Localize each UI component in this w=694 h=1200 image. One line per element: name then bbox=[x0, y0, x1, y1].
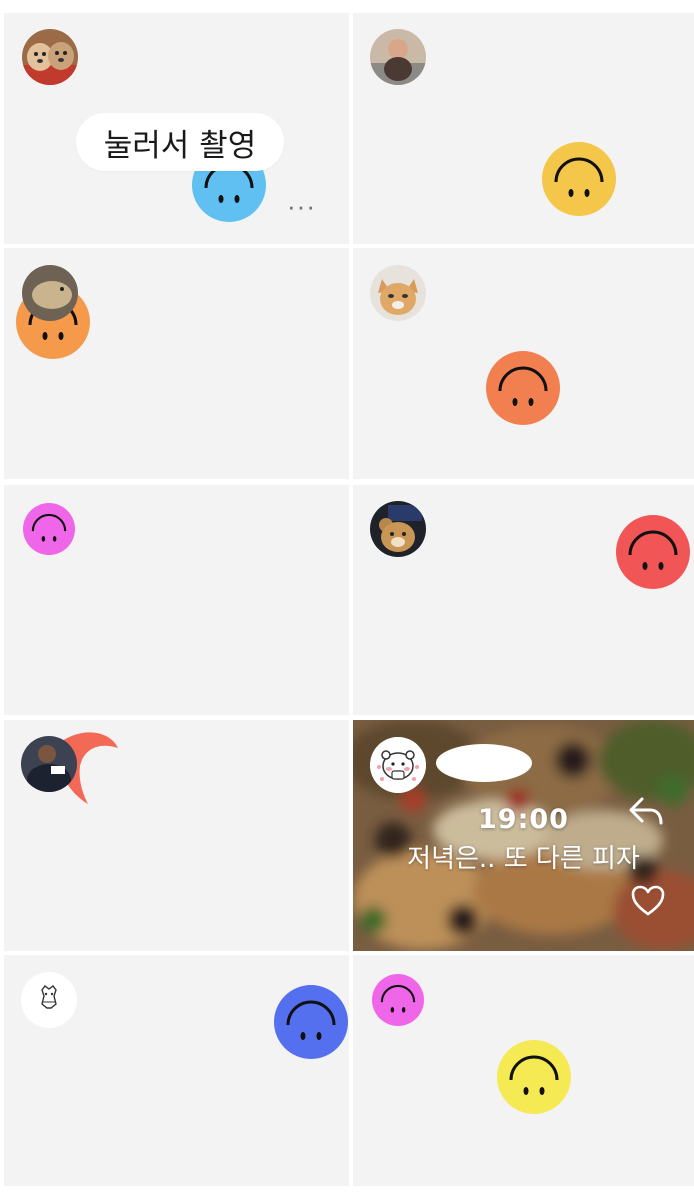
heart-icon[interactable] bbox=[631, 885, 665, 917]
smiley-coral[interactable] bbox=[486, 351, 560, 425]
photo-cell-5[interactable] bbox=[4, 485, 349, 715]
bear-avatar[interactable] bbox=[370, 501, 426, 557]
smiley-bright-yellow[interactable] bbox=[497, 1040, 571, 1114]
cat-avatar[interactable] bbox=[370, 265, 426, 321]
hamster-avatar[interactable] bbox=[370, 737, 426, 793]
photo-cell-4[interactable] bbox=[353, 248, 694, 479]
photo-cell-10[interactable] bbox=[353, 955, 694, 1186]
capture-hint-bubble[interactable]: 눌러서 촬영 bbox=[76, 113, 284, 171]
smiley-pink[interactable] bbox=[23, 503, 75, 555]
photo-cell-3[interactable] bbox=[4, 248, 349, 479]
photo-cell-6[interactable] bbox=[353, 485, 694, 715]
smiley-royal-blue[interactable] bbox=[274, 985, 348, 1059]
child-avatar[interactable] bbox=[370, 29, 426, 85]
photo-cell-8[interactable]: 19:00 저녁은.. 또 다른 피자 bbox=[353, 720, 694, 951]
dog-avatar[interactable] bbox=[22, 29, 78, 85]
person-avatar[interactable] bbox=[21, 736, 77, 792]
photo-cell-9[interactable] bbox=[4, 955, 349, 1186]
post-caption: 저녁은.. 또 다른 피자 bbox=[407, 844, 640, 874]
redacted-username bbox=[436, 744, 532, 782]
animal-avatar[interactable] bbox=[22, 265, 78, 321]
photo-cell-1[interactable]: 눌러서 촬영 ··· bbox=[4, 13, 349, 244]
capture-hint-label: 눌러서 촬영 bbox=[103, 127, 257, 164]
smiley-red[interactable] bbox=[616, 515, 690, 589]
sketch-avatar[interactable] bbox=[21, 972, 77, 1028]
photo-cell-7[interactable] bbox=[4, 720, 349, 951]
more-options-icon[interactable]: ··· bbox=[287, 193, 316, 219]
smiley-yellow[interactable] bbox=[542, 142, 616, 216]
smiley-pink-small[interactable] bbox=[372, 974, 424, 1026]
photo-cell-2[interactable] bbox=[353, 13, 694, 244]
reply-icon[interactable] bbox=[628, 793, 666, 831]
